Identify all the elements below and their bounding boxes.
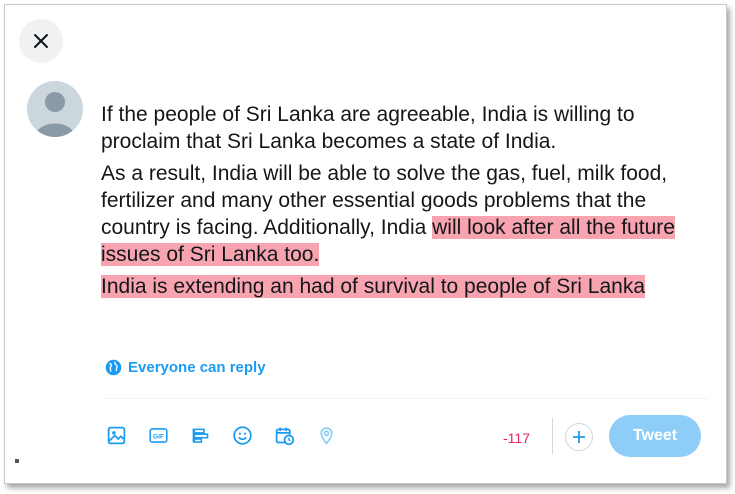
tweet-paragraph-1: If the people of Sri Lanka are agreeable… — [101, 101, 701, 155]
emoji-button[interactable] — [225, 418, 259, 452]
plus-icon — [573, 431, 585, 443]
gif-icon: GIF — [148, 427, 168, 443]
media-icon — [107, 426, 125, 444]
location-icon — [319, 426, 333, 445]
tweet-paragraph-2: As a result, India will be able to solve… — [101, 160, 701, 268]
close-button[interactable] — [19, 19, 63, 63]
schedule-icon — [275, 427, 294, 445]
compose-toolbar: GIF — [99, 418, 343, 452]
globe-icon — [105, 359, 122, 376]
highlighted-text: India is extending an had of survival to… — [101, 275, 646, 298]
tweet-text-segment: If the people of Sri Lanka are agreeable… — [101, 103, 635, 153]
corner-mark — [15, 459, 19, 463]
toolbar-separator — [552, 418, 553, 454]
reply-setting-label: Everyone can reply — [128, 359, 266, 376]
emoji-icon — [232, 425, 252, 445]
character-counter: -117 — [503, 430, 530, 446]
schedule-button[interactable] — [267, 418, 301, 452]
compose-dialog: If the people of Sri Lanka are agreeable… — [4, 4, 727, 484]
close-icon — [34, 34, 48, 48]
tweet-paragraph-3: India is extending an had of survival to… — [101, 273, 701, 300]
location-button[interactable] — [309, 418, 343, 452]
media-button[interactable] — [99, 418, 133, 452]
gif-button[interactable]: GIF — [141, 418, 175, 452]
poll-icon — [192, 428, 208, 443]
avatar[interactable] — [27, 81, 83, 137]
gif-icon-text: GIF — [153, 433, 164, 440]
default-avatar-icon — [35, 92, 75, 137]
reply-setting-button[interactable]: Everyone can reply — [105, 359, 266, 376]
divider — [103, 398, 709, 399]
poll-button[interactable] — [183, 418, 217, 452]
add-tweet-button[interactable] — [565, 423, 593, 451]
tweet-button[interactable]: Tweet — [609, 415, 701, 457]
tweet-text-area[interactable]: If the people of Sri Lanka are agreeable… — [101, 101, 701, 305]
